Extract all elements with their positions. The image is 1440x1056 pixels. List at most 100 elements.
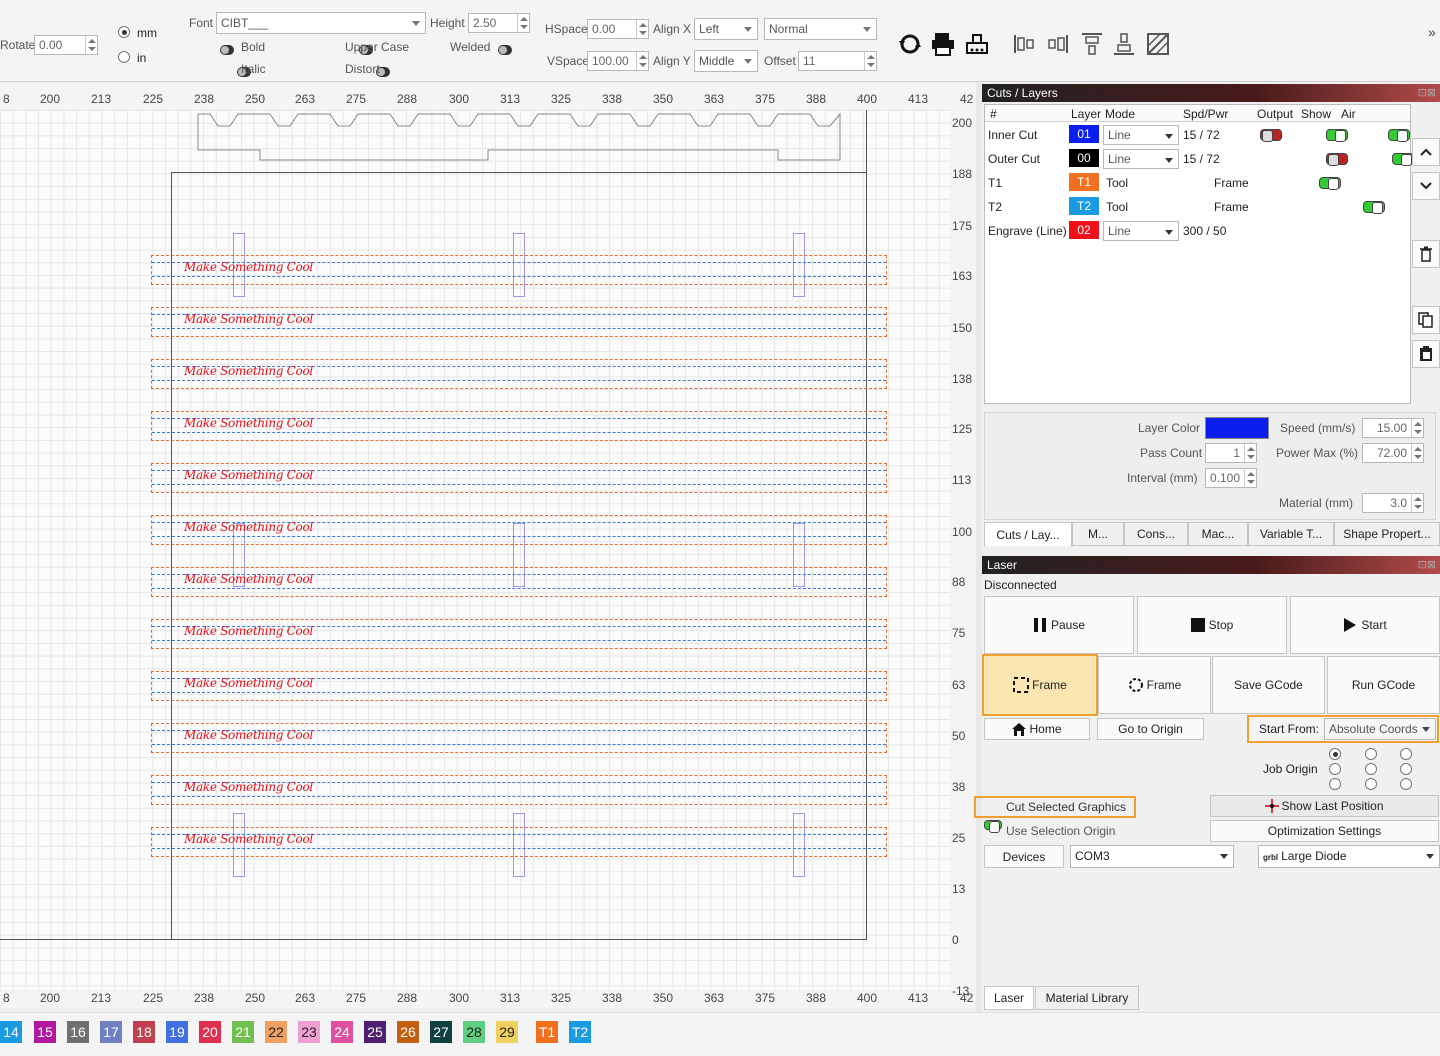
start-from-select[interactable]: Absolute Coords — [1324, 718, 1436, 740]
material-input[interactable]: 3.0 — [1362, 493, 1424, 513]
palette-color-T1[interactable]: T1 — [536, 1021, 558, 1043]
speed-input[interactable]: 15.00 — [1362, 418, 1424, 438]
aligny-select[interactable]: Middle — [694, 50, 758, 72]
text-row[interactable]: Make Something Cool — [151, 411, 887, 441]
paste-layer-button[interactable] — [1412, 340, 1440, 368]
palette-color-23[interactable]: 23 — [298, 1021, 320, 1043]
tab-laser[interactable]: Laser — [984, 986, 1034, 1010]
devices-button[interactable]: Devices — [984, 845, 1064, 868]
text-row[interactable]: Make Something Cool — [151, 723, 887, 753]
cut-row-output-toggle[interactable] — [1326, 153, 1348, 166]
tab-console[interactable]: Cons... — [1124, 522, 1188, 546]
cut-row-output-toggle[interactable] — [1260, 129, 1282, 142]
show-last-position-button[interactable]: Show Last Position — [1210, 795, 1439, 817]
panel-float-icon[interactable]: ⊡⊠ — [1418, 558, 1436, 571]
cut-row-show-toggle[interactable] — [1392, 153, 1414, 166]
palette-color-25[interactable]: 25 — [364, 1021, 386, 1043]
text-row[interactable]: Make Something Cool — [151, 359, 887, 389]
text-row[interactable]: Make Something Cool — [151, 255, 887, 285]
delete-layer-button[interactable] — [1412, 240, 1440, 268]
palette-color-15[interactable]: 15 — [34, 1021, 56, 1043]
cut-row-layer-swatch[interactable]: T2 — [1069, 197, 1099, 215]
cut-row-mode-select[interactable]: Line — [1103, 149, 1179, 169]
cut-row-layer-swatch[interactable]: 00 — [1069, 149, 1099, 167]
frame-rect-button[interactable]: Frame — [982, 654, 1098, 716]
palette-color-29[interactable]: 29 — [496, 1021, 518, 1043]
text-row[interactable]: Make Something Cool — [151, 619, 887, 649]
job-origin-top-left[interactable] — [1329, 748, 1341, 760]
tab-macros[interactable]: Mac... — [1188, 522, 1248, 546]
laser-device-icon[interactable] — [964, 31, 990, 57]
offset-input[interactable]: 11 — [798, 51, 877, 71]
text-row[interactable]: Make Something Cool — [151, 671, 887, 701]
palette-color-19[interactable]: 19 — [166, 1021, 188, 1043]
text-row[interactable]: Make Something Cool — [151, 515, 887, 545]
bold-toggle[interactable] — [220, 44, 234, 55]
text-row[interactable]: Make Something Cool — [151, 567, 887, 597]
copy-layer-button[interactable] — [1412, 306, 1440, 334]
comb-shape[interactable] — [190, 110, 850, 162]
palette-color-28[interactable]: 28 — [463, 1021, 485, 1043]
unit-in-radio[interactable] — [118, 51, 130, 63]
cut-row-mode-select[interactable]: Line — [1103, 221, 1179, 241]
power-max-input[interactable]: 72.00 — [1362, 443, 1424, 463]
palette-color-T2[interactable]: T2 — [569, 1021, 591, 1043]
job-origin-bottom-left[interactable] — [1329, 778, 1341, 790]
cut-row-layer-swatch[interactable]: T1 — [1069, 173, 1099, 191]
toolbar-overflow-button[interactable]: » — [1428, 24, 1436, 40]
cut-row-frame-toggle[interactable] — [1363, 201, 1385, 214]
palette-color-20[interactable]: 20 — [199, 1021, 221, 1043]
tab-variable-text[interactable]: Variable T... — [1248, 522, 1334, 546]
text-row[interactable]: Make Something Cool — [151, 307, 887, 337]
panel-float-icon[interactable]: ⊡⊠ — [1418, 86, 1436, 99]
cut-row-show-toggle[interactable] — [1326, 129, 1348, 142]
device-select[interactable]: grbl Large Diode — [1258, 845, 1440, 868]
text-row[interactable]: Make Something Cool — [151, 827, 887, 857]
palette-color-21[interactable]: 21 — [232, 1021, 254, 1043]
optimization-settings-button[interactable]: Optimization Settings — [1210, 820, 1439, 842]
job-origin-center[interactable] — [1365, 763, 1377, 775]
align-left-icon[interactable] — [1012, 31, 1038, 57]
frame-circle-button[interactable]: Frame — [1098, 656, 1211, 714]
pause-button[interactable]: Pause — [984, 596, 1134, 654]
job-origin-bottom-right[interactable] — [1400, 778, 1412, 790]
run-gcode-button[interactable]: Run GCode — [1327, 656, 1440, 714]
interval-input[interactable]: 0.100 — [1205, 468, 1257, 488]
align-right-icon[interactable] — [1044, 31, 1070, 57]
save-gcode-button[interactable]: Save GCode — [1212, 656, 1325, 714]
layer-color-swatch[interactable] — [1205, 417, 1269, 439]
alignx-select[interactable]: Left — [694, 18, 758, 40]
pass-count-input[interactable]: 1 — [1205, 443, 1257, 463]
align-bottom-icon[interactable] — [1111, 31, 1137, 57]
palette-color-24[interactable]: 24 — [331, 1021, 353, 1043]
hspace-input[interactable]: 0.00 — [587, 19, 649, 39]
palette-color-26[interactable]: 26 — [397, 1021, 419, 1043]
palette-color-17[interactable]: 17 — [100, 1021, 122, 1043]
rotate-input[interactable]: 0.00 — [34, 35, 98, 55]
job-origin-middle-right[interactable] — [1400, 763, 1412, 775]
design-canvas[interactable]: Make Something Cool Make Something Cool Ma… — [0, 110, 950, 990]
cut-row-layer-swatch[interactable]: 01 — [1069, 125, 1099, 143]
job-origin-top-center[interactable] — [1365, 748, 1377, 760]
font-select[interactable]: CIBT___ — [216, 12, 426, 34]
unit-mm-radio[interactable] — [118, 26, 130, 38]
port-select[interactable]: COM3 — [1070, 845, 1234, 868]
tab-material-library[interactable]: Material Library — [1035, 986, 1139, 1010]
vspace-input[interactable]: 100.00 — [587, 51, 649, 71]
home-button[interactable]: Home — [984, 718, 1090, 740]
cut-row-frame-toggle[interactable] — [1319, 177, 1341, 190]
text-mode-select[interactable]: Normal — [764, 18, 877, 40]
job-origin-top-right[interactable] — [1400, 748, 1412, 760]
welded-toggle[interactable] — [498, 44, 513, 55]
cut-row-air-toggle[interactable] — [1388, 129, 1410, 142]
cut-row-mode-select[interactable]: Line — [1103, 125, 1179, 145]
palette-color-27[interactable]: 27 — [430, 1021, 452, 1043]
palette-color-18[interactable]: 18 — [133, 1021, 155, 1043]
go-to-origin-button[interactable]: Go to Origin — [1097, 718, 1204, 740]
tab-move[interactable]: M... — [1072, 522, 1124, 546]
palette-color-14[interactable]: 14 — [0, 1021, 22, 1043]
palette-color-16[interactable]: 16 — [67, 1021, 89, 1043]
stop-button[interactable]: Stop — [1137, 596, 1287, 654]
start-button[interactable]: Start — [1290, 596, 1440, 654]
palette-color-22[interactable]: 22 — [265, 1021, 287, 1043]
